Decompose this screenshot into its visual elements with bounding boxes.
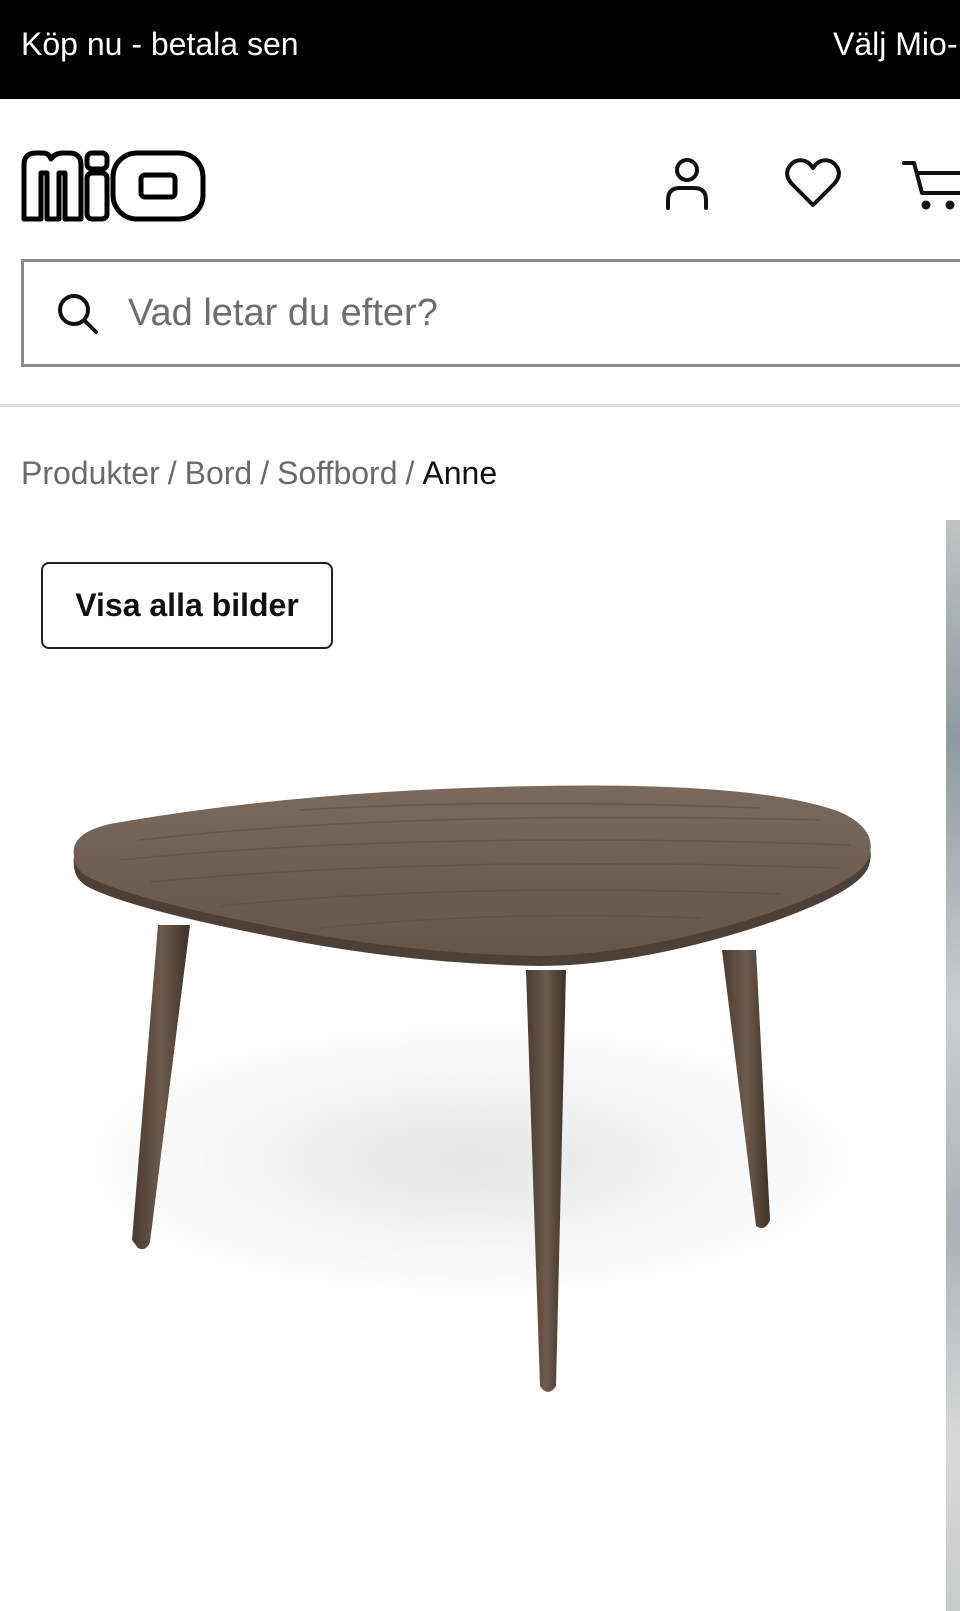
cart-icon [902, 161, 960, 210]
promo-text-right: Välj Mio- [833, 26, 958, 62]
breadcrumb: Produkter / Bord / Soffbord / Anne [21, 455, 497, 492]
heart-icon [785, 158, 841, 207]
promo-bar: Köp nu - betala sen Välj Mio- [0, 0, 960, 99]
breadcrumb-current: Anne [422, 455, 498, 491]
breadcrumb-bord[interactable]: Bord [185, 455, 253, 492]
product-gallery[interactable]: Visa alla bilder [0, 520, 960, 1611]
search-input[interactable] [128, 282, 928, 344]
account-button[interactable] [658, 151, 716, 215]
breadcrumb-produkter[interactable]: Produkter [21, 455, 160, 492]
breadcrumb-separator: / [405, 455, 415, 491]
next-image-preview[interactable] [946, 520, 960, 1611]
cart-button[interactable] [900, 151, 960, 215]
header-divider [0, 404, 960, 407]
wishlist-button[interactable] [782, 154, 844, 212]
promo-text-left: Köp nu - betala sen [21, 26, 299, 62]
mio-logo[interactable] [21, 145, 207, 227]
breadcrumb-separator: / [260, 455, 270, 491]
breadcrumb-separator: / [167, 455, 177, 491]
user-icon [666, 158, 708, 210]
site-header [0, 99, 960, 407]
search-icon [58, 294, 98, 334]
product-image-coffee-table[interactable] [0, 670, 946, 1611]
view-all-images-button[interactable]: Visa alla bilder [41, 562, 333, 649]
search-bar[interactable] [21, 259, 960, 367]
mio-logo-mark [21, 150, 206, 222]
breadcrumb-soffbord[interactable]: Soffbord [277, 455, 397, 492]
